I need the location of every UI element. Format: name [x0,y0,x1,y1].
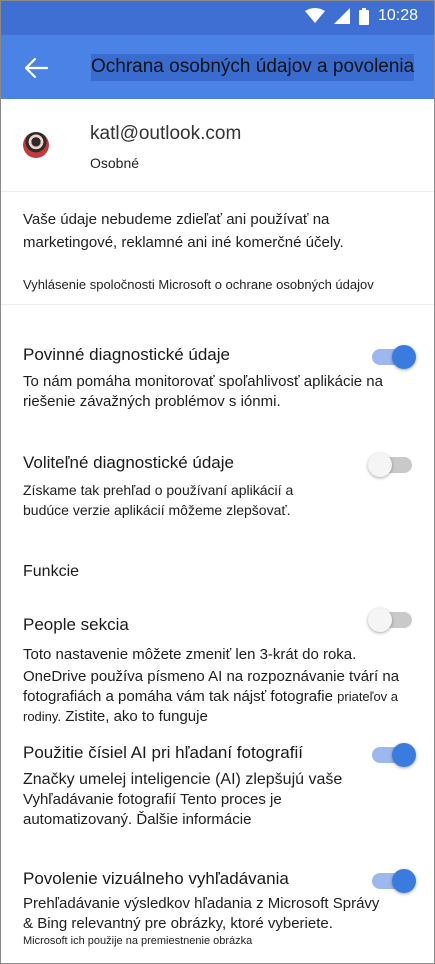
ai-numbers-row: Použitie čísiel AI pri hľadaní fotografi… [1,743,434,833]
ai-numbers-toggle[interactable] [372,743,416,767]
people-row: People sekcia Toto nastavenie môžete zme… [1,608,434,727]
status-time: 10:28 [377,7,418,24]
toggle-knob [392,345,416,369]
toggle-knob [392,743,416,767]
optional-diagnostics-row: Voliteľné diagnostické údaje Získame tak… [1,453,434,523]
signal-icon [333,8,350,24]
toggle-knob [368,608,392,632]
visual-search-desc-line1: Prehľadávanie výsledkov hľadania z Micro… [23,895,380,912]
app-bar: Ochrana osobných údajov a povolenia [1,35,434,99]
privacy-statement: Vaše údaje nebudeme zdieľať ani používať… [23,211,344,251]
visual-search-row: Povolenie vizuálneho vyhľadávania Prehľa… [1,869,434,959]
visual-search-toggle[interactable] [372,869,416,893]
people-limit-note: Toto nastavenie môžete zmeniť len 3-krát… [23,646,357,663]
battery-icon [358,7,369,25]
people-title: People sekcia [23,615,129,634]
features-section-title: Funkcie [23,563,80,580]
optional-diagnostics-title: Voliteľné diagnostické údaje [23,453,234,472]
visual-search-desc-amp: & [23,915,34,932]
required-diagnostics-desc: To nám pomáha monitorovať spoľahlivosť a… [23,373,383,410]
wifi-icon [304,8,325,23]
status-bar: 10:28 [1,1,434,35]
toggle-knob [368,453,392,477]
required-diagnostics-title: Povinné diagnostické údaje [23,345,230,364]
ai-numbers-more-link[interactable]: Ďalšie informácie [136,811,251,828]
ai-numbers-title: Použitie čísiel AI pri hľadaní fotografi… [23,743,303,762]
arrow-left-icon[interactable] [23,55,49,81]
status-icons: 10:28 [304,7,418,25]
optional-diagnostics-desc: Získame tak prehľad o používaní aplikáci… [23,482,294,518]
privacy-statement-link[interactable]: Vyhlásenie spoločnosti Microsoft o ochra… [23,277,374,292]
visual-search-desc: Prehľadávanie výsledkov hľadania z Micro… [23,894,413,948]
visual-search-desc-text: Bing relevantný pre obrázky, ktoré vyber… [37,915,333,932]
visual-search-desc-small: Microsoft ich použije na premiestnenie o… [23,935,253,947]
ai-numbers-desc: Značky umelej inteligencie (AI) zlepšujú… [23,770,413,830]
people-desc: OneDrive používa písmeno AI na rozpoznáv… [23,667,413,727]
required-diagnostics-row: Povinné diagnostické údaje To nám pomáha… [1,345,434,415]
account-type: Osobné [90,155,140,171]
account-email: katl@outlook.com [90,123,242,144]
optional-diagnostics-toggle[interactable] [368,453,412,477]
ai-numbers-desc-rest: Vyhľadávanie fotografií Tento proces je … [23,790,313,830]
visual-search-desc-line2: & Bing relevantný pre obrázky, ktoré vyb… [23,914,413,934]
page-title: Ochrana osobných údajov a povolenia [91,54,415,81]
visual-search-title: Povolenie vizuálneho vyhľadávania [23,869,289,888]
people-toggle[interactable] [368,608,412,632]
people-learn-link[interactable]: Zistite, ako to funguje [65,708,208,725]
required-diagnostics-toggle[interactable] [372,345,416,369]
ai-numbers-desc-line1: Značky umelej inteligencie (AI) zlepšujú… [23,771,343,788]
account-section: katl@outlook.com Osobné [1,99,434,192]
toggle-knob [392,869,416,893]
privacy-section: Vaše údaje nebudeme zdieľať ani používať… [1,192,434,305]
avatar [23,132,49,158]
